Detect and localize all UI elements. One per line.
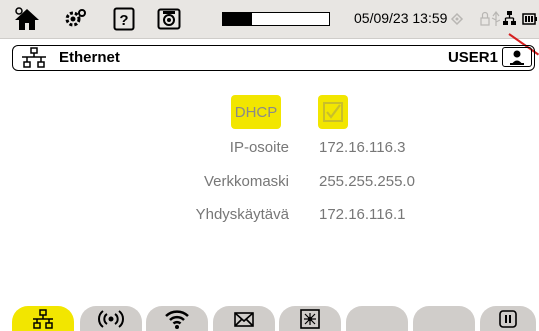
gateway-label: Yhdyskäytävä [195,206,289,223]
lock-icon [480,11,490,26]
title-bar: Ethernet USER1 [12,45,535,71]
date-time: 05/09/23 13:59 [354,10,448,26]
help-icon[interactable]: ? [112,6,136,32]
user-button[interactable] [502,47,532,67]
ip-address-value[interactable]: 172.16.116.3 [319,139,405,156]
ethernet-network-icon [21,47,47,74]
dhcp-button[interactable]: DHCP [231,95,281,129]
battery-icon [522,13,537,25]
gateway-value[interactable]: 172.16.116.1 [319,206,405,223]
mail-icon [234,311,254,327]
server-network-icon [300,308,320,329]
tab-wifi[interactable] [146,306,208,331]
progress-fill [223,13,252,25]
progress-bar [222,12,330,26]
wireless-broadcast-icon [98,309,124,328]
tab-empty-1[interactable] [346,306,408,331]
camera-icon[interactable] [156,6,182,32]
netmask-label: Verkkomaski [203,173,289,190]
tab-ethernet[interactable] [12,306,74,331]
usb-icon [491,11,501,26]
user-icon [510,50,524,65]
status-icons [448,8,538,30]
ip-address-label: IP-osoite [229,139,289,156]
ethernet-icon [33,308,53,329]
checkbox-check-icon [323,102,343,122]
network-icon [503,11,516,25]
tab-wireless[interactable] [80,306,142,331]
tab-server[interactable] [279,306,341,331]
wifi-icon [165,309,189,329]
netmask-value[interactable]: 255.255.255.0 [319,173,415,190]
dhcp-checkbox[interactable] [318,95,348,129]
tab-mail[interactable] [213,306,275,331]
pause-icon [499,309,517,328]
bottom-tab-bar [0,296,539,331]
tab-pause[interactable] [480,306,536,331]
svg-text:?: ? [119,12,128,29]
top-status-bar: ? 05/09/23 13:59 [0,0,539,39]
tab-empty-2[interactable] [413,306,475,331]
page-title: Ethernet [59,49,120,66]
gps-icon [450,12,464,26]
settings-icon[interactable] [62,6,88,32]
home-icon[interactable] [12,6,42,32]
user-name: USER1 [447,49,498,66]
